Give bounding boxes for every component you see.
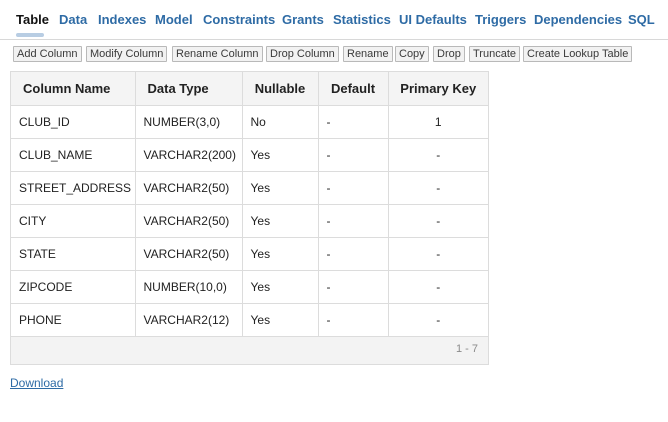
cell-column-name: CLUB_ID <box>11 105 136 139</box>
rename-column-button[interactable]: Rename Column <box>172 46 263 62</box>
table-toolbar: Add Column Modify Column Rename Column D… <box>0 46 668 64</box>
tab-table[interactable]: Table <box>16 12 49 27</box>
cell-default: - <box>318 138 389 172</box>
drop-column-button[interactable]: Drop Column <box>266 46 339 62</box>
table-row: STREET_ADDRESS VARCHAR2(50) Yes - - <box>11 171 488 205</box>
columns-table: Column Name Data Type Nullable Default P… <box>11 72 488 337</box>
download-link[interactable]: Download <box>10 376 63 390</box>
cell-column-name: CLUB_NAME <box>11 138 136 172</box>
table-details-page: Table Data Indexes Model Constraints Gra… <box>0 0 668 422</box>
tab-indexes[interactable]: Indexes <box>98 12 146 27</box>
cell-column-name: ZIPCODE <box>11 270 136 304</box>
cell-nullable: Yes <box>242 303 319 337</box>
cell-column-name: CITY <box>11 204 136 238</box>
cell-data-type: NUMBER(3,0) <box>135 105 243 139</box>
table-row: CITY VARCHAR2(50) Yes - - <box>11 204 488 238</box>
rename-button[interactable]: Rename <box>343 46 393 62</box>
cell-data-type: VARCHAR2(50) <box>135 204 243 238</box>
cell-column-name: STATE <box>11 237 136 271</box>
cell-primary-key: - <box>388 138 488 172</box>
table-header-row: Column Name Data Type Nullable Default P… <box>11 72 488 106</box>
modify-column-button[interactable]: Modify Column <box>86 46 168 62</box>
cell-default: - <box>318 270 389 304</box>
truncate-button[interactable]: Truncate <box>469 46 521 62</box>
table-row: CLUB_ID NUMBER(3,0) No - 1 <box>11 105 488 139</box>
tab-statistics[interactable]: Statistics <box>333 12 391 27</box>
cell-data-type: VARCHAR2(200) <box>135 138 243 172</box>
cell-primary-key: - <box>388 270 488 304</box>
cell-data-type: VARCHAR2(12) <box>135 303 243 337</box>
tab-triggers[interactable]: Triggers <box>475 12 526 27</box>
cell-nullable: Yes <box>242 171 319 205</box>
drop-button[interactable]: Drop <box>433 46 465 62</box>
tab-dependencies[interactable]: Dependencies <box>534 12 622 27</box>
cell-primary-key: - <box>388 303 488 337</box>
cell-nullable: Yes <box>242 138 319 172</box>
column-header-nullable[interactable]: Nullable <box>242 72 319 106</box>
active-tab-indicator <box>16 33 44 37</box>
table-row: PHONE VARCHAR2(12) Yes - - <box>11 303 488 337</box>
cell-default: - <box>318 105 389 139</box>
cell-primary-key: - <box>388 237 488 271</box>
cell-default: - <box>318 303 389 337</box>
column-header-column-name[interactable]: Column Name <box>11 72 136 106</box>
tab-sql[interactable]: SQL <box>628 12 655 27</box>
cell-primary-key: 1 <box>388 105 488 139</box>
column-header-default[interactable]: Default <box>318 72 389 106</box>
cell-primary-key: - <box>388 204 488 238</box>
add-column-button[interactable]: Add Column <box>13 46 82 62</box>
copy-button[interactable]: Copy <box>395 46 429 62</box>
cell-primary-key: - <box>388 171 488 205</box>
columns-report: Column Name Data Type Nullable Default P… <box>10 71 489 365</box>
cell-column-name: PHONE <box>11 303 136 337</box>
column-header-primary-key[interactable]: Primary Key <box>388 72 488 106</box>
pagination-info: 1 - 7 <box>455 343 478 355</box>
cell-column-name: STREET_ADDRESS <box>11 171 136 205</box>
cell-data-type: VARCHAR2(50) <box>135 237 243 271</box>
table-row: STATE VARCHAR2(50) Yes - - <box>11 237 488 271</box>
cell-nullable: Yes <box>242 237 319 271</box>
cell-default: - <box>318 204 389 238</box>
column-header-data-type[interactable]: Data Type <box>135 72 243 106</box>
tab-grants[interactable]: Grants <box>282 12 324 27</box>
tab-model[interactable]: Model <box>155 12 193 27</box>
cell-data-type: NUMBER(10,0) <box>135 270 243 304</box>
cell-nullable: Yes <box>242 270 319 304</box>
cell-default: - <box>318 237 389 271</box>
cell-nullable: Yes <box>242 204 319 238</box>
table-row: CLUB_NAME VARCHAR2(200) Yes - - <box>11 138 488 172</box>
cell-data-type: VARCHAR2(50) <box>135 171 243 205</box>
object-tabs: Table Data Indexes Model Constraints Gra… <box>0 0 668 40</box>
tab-constraints[interactable]: Constraints <box>203 12 275 27</box>
table-row: ZIPCODE NUMBER(10,0) Yes - - <box>11 270 488 304</box>
cell-nullable: No <box>242 105 319 139</box>
tab-data[interactable]: Data <box>59 12 87 27</box>
tab-ui-defaults[interactable]: UI Defaults <box>399 12 467 27</box>
cell-default: - <box>318 171 389 205</box>
create-lookup-table-button[interactable]: Create Lookup Table <box>523 46 633 62</box>
